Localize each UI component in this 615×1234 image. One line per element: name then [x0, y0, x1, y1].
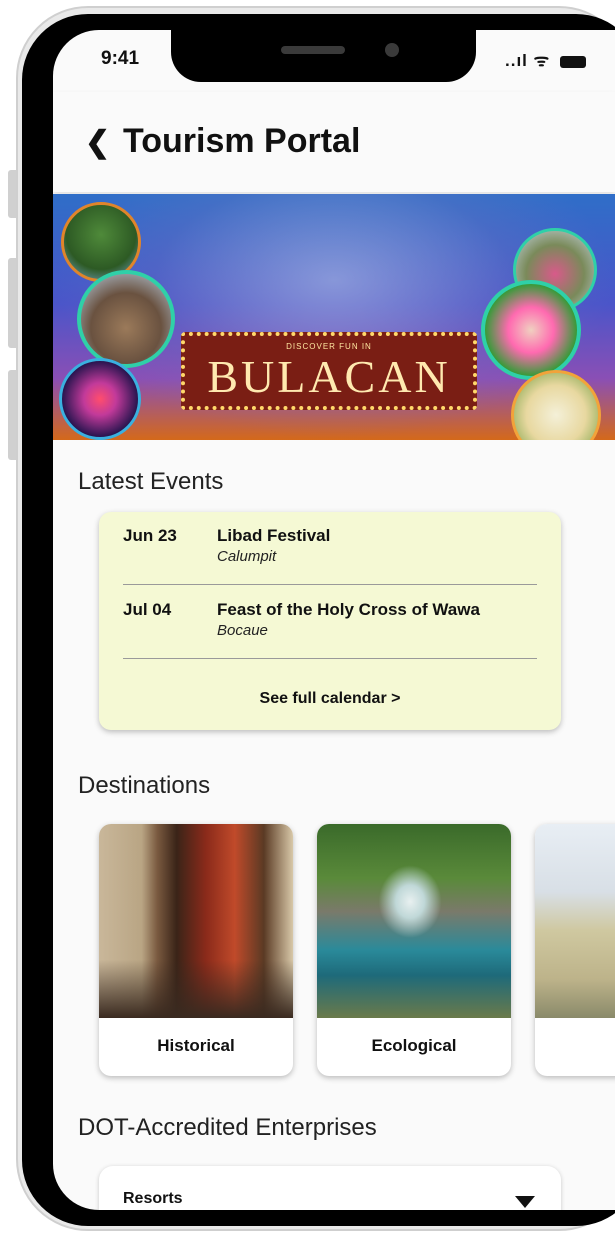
status-time: 9:41	[101, 48, 140, 69]
status-icons: ..ıl ᯤ	[505, 48, 586, 71]
destination-label: Historical	[157, 1036, 235, 1055]
caret-down-icon	[515, 1196, 535, 1208]
event-place: Calumpit	[217, 548, 277, 565]
see-full-calendar-link[interactable]: See full calendar >	[99, 690, 561, 708]
app-header: ❮ Tourism Portal	[53, 92, 615, 192]
destination-label: Ecological	[371, 1036, 457, 1055]
enterprises-heading: DOT-Accredited Enterprises	[78, 1114, 377, 1141]
heritage-church-photo	[535, 824, 615, 1018]
back-icon[interactable]: ❮	[85, 128, 110, 158]
event-divider	[123, 658, 537, 659]
battery-icon	[559, 55, 586, 68]
destinations-heading: Destinations	[78, 772, 211, 799]
fireworks-photo	[59, 358, 141, 440]
signal-icon: ..ıl	[505, 51, 528, 70]
notch	[171, 30, 476, 82]
event-name: Feast of the Holy Cross of Wawa	[217, 600, 480, 619]
page-title: Tourism Portal	[123, 122, 361, 160]
event-divider	[123, 584, 537, 585]
event-name: Libad Festival	[217, 526, 331, 545]
bulacan-sign: DISCOVER FUN IN BULACAN	[181, 332, 477, 410]
event-date: Jul 04	[123, 600, 172, 619]
enterprise-type-value: Resorts	[123, 1190, 183, 1207]
event-place: Bocaue	[217, 622, 268, 639]
enterprise-type-select[interactable]: Resorts	[99, 1166, 561, 1210]
church-photo	[77, 270, 175, 368]
flower-festival-photo	[481, 280, 581, 380]
event-date: Jun 23	[123, 526, 177, 545]
wifi-icon: ᯤ	[533, 51, 551, 70]
ecological-photo	[317, 824, 511, 1018]
destination-card-historical[interactable]: Historical	[99, 824, 293, 1076]
events-card: Jun 23 Libad Festival Calumpit Jul 04 Fe…	[99, 512, 561, 730]
front-camera	[385, 43, 399, 57]
latest-events-heading: Latest Events	[78, 468, 224, 495]
app-screen: 9:41 ..ıl ᯤ ❮ Tourism Portal DISCOVER FU…	[53, 30, 615, 1210]
historical-photo	[99, 824, 293, 1018]
bulacan-banner[interactable]: DISCOVER FUN IN BULACAN	[53, 194, 615, 440]
banner-title: BULACAN	[207, 351, 451, 402]
destination-card-partial[interactable]	[535, 824, 615, 1076]
speaker-grille	[281, 46, 345, 54]
destination-card-ecological[interactable]: Ecological	[317, 824, 511, 1076]
